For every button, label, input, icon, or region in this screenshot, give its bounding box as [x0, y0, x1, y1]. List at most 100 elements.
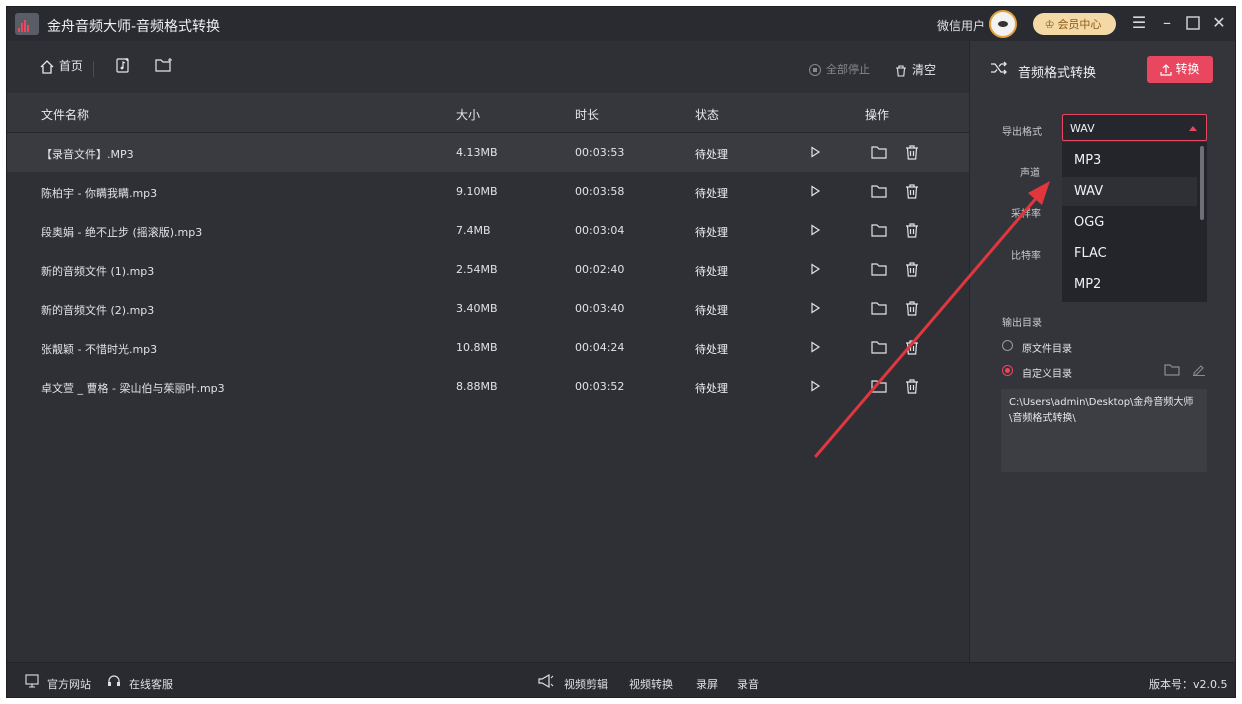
export-format-value: WAV: [1070, 122, 1095, 135]
delete-icon[interactable]: [904, 300, 920, 316]
play-icon[interactable]: [807, 261, 823, 277]
file-status: 待处理: [695, 226, 728, 239]
header-actions: 操作: [865, 108, 890, 122]
user-name[interactable]: 微信用户: [937, 17, 985, 34]
format-option-mp3[interactable]: MP3: [1062, 146, 1197, 175]
delete-icon[interactable]: [904, 339, 920, 355]
add-music-file-icon: [116, 58, 129, 73]
online-support-link[interactable]: 在线客服: [129, 676, 173, 692]
crown-icon: ♔: [1044, 18, 1055, 31]
panel-header: 音频格式转换 转换: [970, 41, 1235, 93]
megaphone-icon: [538, 673, 554, 689]
header-name: 文件名称: [41, 108, 90, 122]
delete-icon[interactable]: [904, 378, 920, 394]
format-option-wav[interactable]: WAV: [1062, 177, 1197, 206]
add-file-button[interactable]: [115, 57, 131, 73]
stop-icon: [809, 64, 821, 76]
file-status: 待处理: [695, 265, 728, 278]
header-status: 状态: [695, 108, 720, 122]
file-size: 2.54MB: [456, 263, 498, 276]
file-size: 7.4MB: [456, 224, 491, 237]
delete-icon[interactable]: [904, 183, 920, 199]
file-name: 新的音频文件 (1).mp3: [41, 265, 155, 278]
table-row[interactable]: 新的音频文件 (1).mp3 2.54MB 00:02:40 待处理: [7, 250, 969, 289]
radio-original-dir[interactable]: [1002, 340, 1013, 351]
open-folder-icon[interactable]: [871, 183, 887, 199]
edit-icon[interactable]: [1192, 363, 1206, 376]
avatar[interactable]: [989, 10, 1017, 38]
app-logo-icon: [15, 13, 39, 35]
file-status: 待处理: [695, 187, 728, 200]
file-duration: 00:03:53: [575, 146, 625, 159]
convert-label: 转换: [1175, 62, 1200, 76]
file-status: 待处理: [695, 343, 728, 356]
official-website-link[interactable]: 官方网站: [47, 676, 91, 692]
audio-record-link[interactable]: 录音: [737, 676, 759, 692]
video-convert-link[interactable]: 视频转换: [629, 676, 673, 692]
radio-custom-label: 自定义目录: [1022, 369, 1072, 380]
file-name: 卓文萱 _ 曹格 - 梁山伯与茱丽叶.mp3: [41, 382, 225, 395]
output-path-field[interactable]: C:\Users\admin\Desktop\金舟音频大师\音频格式转换\: [1001, 389, 1207, 472]
channel-label: 声道: [1020, 168, 1040, 179]
radio-original-label: 原文件目录: [1022, 344, 1072, 355]
table-row[interactable]: 张靓颖 - 不惜时光.mp3 10.8MB 00:04:24 待处理: [7, 328, 969, 367]
file-duration: 00:04:24: [575, 341, 625, 354]
file-status: 待处理: [695, 148, 728, 161]
stop-all-button[interactable]: 全部停止: [809, 61, 870, 77]
add-folder-button[interactable]: [155, 57, 173, 73]
minimize-icon[interactable]: –: [1157, 13, 1177, 33]
play-icon[interactable]: [807, 339, 823, 355]
open-folder-icon[interactable]: [871, 339, 887, 355]
table-row[interactable]: 段奥娟 - 绝不止步 (摇滚版).mp3 7.4MB 00:03:04 待处理: [7, 211, 969, 250]
play-icon[interactable]: [807, 222, 823, 238]
video-edit-link[interactable]: 视频剪辑: [564, 676, 608, 692]
open-folder-icon[interactable]: [871, 144, 887, 160]
format-option-mp2[interactable]: MP2: [1062, 270, 1197, 299]
file-duration: 00:02:40: [575, 263, 625, 276]
radio-custom-dir[interactable]: [1002, 365, 1013, 376]
screen-record-link[interactable]: 录屏: [696, 676, 718, 692]
play-icon[interactable]: [807, 300, 823, 316]
clear-label: 清空: [912, 63, 937, 77]
table-row[interactable]: 卓文萱 _ 曹格 - 梁山伯与茱丽叶.mp3 8.88MB 00:03:52 待处理: [7, 367, 969, 406]
table-row[interactable]: 【录音文件】.MP3 4.13MB 00:03:53 待处理: [7, 133, 969, 172]
delete-icon[interactable]: [904, 144, 920, 160]
open-folder-icon[interactable]: [871, 261, 887, 277]
menu-icon[interactable]: ☰: [1129, 13, 1149, 33]
clear-button[interactable]: 清空: [895, 61, 936, 78]
delete-icon[interactable]: [904, 261, 920, 277]
file-duration: 00:03:52: [575, 380, 625, 393]
file-table-header: 文件名称 大小 时长 状态 操作: [7, 93, 969, 133]
open-folder-icon[interactable]: [871, 300, 887, 316]
file-name: 段奥娟 - 绝不止步 (摇滚版).mp3: [41, 226, 203, 239]
file-size: 9.10MB: [456, 185, 498, 198]
dropdown-scrollbar[interactable]: [1200, 146, 1204, 220]
convert-button[interactable]: 转换: [1147, 56, 1213, 83]
file-status: 待处理: [695, 304, 728, 317]
play-icon[interactable]: [807, 183, 823, 199]
open-folder-icon[interactable]: [871, 378, 887, 394]
format-option-flac[interactable]: FLAC: [1062, 239, 1197, 268]
app-window: 金舟音频大师-音频格式转换 微信用户 ♔ 会员中心 ☰ – ✕ 首页 全部停止 清…: [6, 6, 1236, 698]
folder-browse-icon[interactable]: [1164, 363, 1180, 376]
play-icon[interactable]: [807, 144, 823, 160]
export-format-label: 导出格式: [1002, 127, 1042, 138]
table-row[interactable]: 新的音频文件 (2).mp3 3.40MB 00:03:40 待处理: [7, 289, 969, 328]
delete-icon[interactable]: [904, 222, 920, 238]
title-bar: 金舟音频大师-音频格式转换 微信用户 ♔ 会员中心 ☰ – ✕: [7, 7, 1235, 41]
toolbar: 首页 全部停止 清空: [7, 41, 969, 93]
file-name: 陈柏宇 - 你瞒我瞒.mp3: [41, 187, 158, 200]
export-format-select[interactable]: WAV: [1062, 114, 1207, 141]
file-name: 张靓颖 - 不惜时光.mp3: [41, 343, 158, 356]
format-option-ogg[interactable]: OGG: [1062, 208, 1197, 237]
format-dropdown: MP3 WAV OGG FLAC MP2: [1062, 142, 1207, 302]
home-button[interactable]: 首页: [39, 57, 83, 75]
file-size: 10.8MB: [456, 341, 498, 354]
open-folder-icon[interactable]: [871, 222, 887, 238]
close-icon[interactable]: ✕: [1209, 13, 1229, 33]
maximize-icon[interactable]: [1183, 13, 1203, 33]
stop-all-label: 全部停止: [826, 63, 870, 76]
table-row[interactable]: 陈柏宇 - 你瞒我瞒.mp3 9.10MB 00:03:58 待处理: [7, 172, 969, 211]
vip-center-button[interactable]: ♔ 会员中心: [1033, 13, 1116, 35]
play-icon[interactable]: [807, 378, 823, 394]
